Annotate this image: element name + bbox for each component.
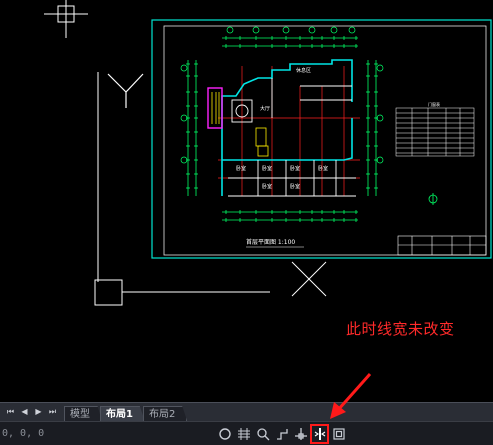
lineweight-icon (314, 428, 325, 440)
svg-text:卧室: 卧室 (290, 165, 300, 172)
ucs-y-icon (107, 73, 144, 108)
circle-snap-icon (218, 428, 231, 440)
north-arrow-icon (428, 193, 438, 205)
polar-tracking-button[interactable] (273, 425, 290, 443)
drawing-title: 首层平面图 1:100 (246, 238, 295, 246)
zoom-button[interactable] (254, 425, 271, 443)
svg-text:卧室: 卧室 (262, 183, 272, 190)
object-snap-icon (294, 428, 307, 440)
first-icon: ⏮ (6, 407, 15, 416)
lineweight-button[interactable] (310, 424, 329, 444)
viewport-icon (332, 428, 345, 440)
zoom-icon (256, 428, 269, 441)
title-border (163, 25, 487, 256)
prev-icon: ◀ (21, 407, 28, 416)
circle-snap-button[interactable] (216, 425, 233, 443)
svg-text:卧室: 卧室 (290, 183, 300, 190)
svg-text:卧室: 卧室 (318, 165, 328, 172)
tab-nav-prev-button[interactable]: ◀ (19, 406, 30, 418)
tab-nav-first-button[interactable]: ⏮ (5, 406, 16, 418)
drawing-canvas[interactable]: 大厅 休息区 卧室 卧室 卧室 卧室 卧室 卧室 首层平面图 1:100 门窗表… (0, 0, 493, 402)
tab-layout2[interactable]: 布局2 (142, 405, 188, 422)
svg-text:休息区: 休息区 (296, 67, 311, 74)
floor-plan: 大厅 休息区 卧室 卧室 卧室 卧室 卧室 卧室 (180, 26, 384, 222)
grid-button[interactable] (235, 425, 252, 443)
svg-text:卧室: 卧室 (236, 165, 246, 172)
title-block (397, 235, 487, 256)
schedule-table (395, 107, 475, 157)
coordinate-readout: 0, 0, 0 (2, 428, 45, 439)
next-icon: ▶ (35, 407, 42, 416)
annotation-note: 此时线宽未改变 (346, 320, 455, 338)
last-icon: ⏭ (48, 407, 57, 416)
tab-nav-next-button[interactable]: ▶ (33, 406, 44, 418)
polar-icon (276, 429, 288, 440)
tab-model[interactable]: 模型 (64, 405, 102, 422)
svg-text:卧室: 卧室 (262, 165, 272, 172)
cad-drawing: 大厅 休息区 卧室 卧室 卧室 卧室 卧室 卧室 首层平面图 1:100 门窗表 (44, 0, 492, 306)
tab-nav-last-button[interactable]: ⏭ (47, 406, 58, 418)
object-snap-button[interactable] (292, 425, 309, 443)
status-bar: 0, 0, 0 (0, 421, 493, 445)
schedule-table-heading: 门窗表 (428, 101, 440, 107)
ucs-crosshair-icon (44, 0, 88, 38)
tab-layout1[interactable]: 布局1 (100, 405, 145, 422)
layout-tab-bar: ⏮ ◀ ▶ ⏭ 模型 布局1 布局2 (0, 402, 493, 422)
svg-text:大厅: 大厅 (260, 105, 270, 112)
paper-frame (151, 19, 492, 259)
viewport-button[interactable] (330, 425, 347, 443)
grid-icon (237, 428, 250, 440)
